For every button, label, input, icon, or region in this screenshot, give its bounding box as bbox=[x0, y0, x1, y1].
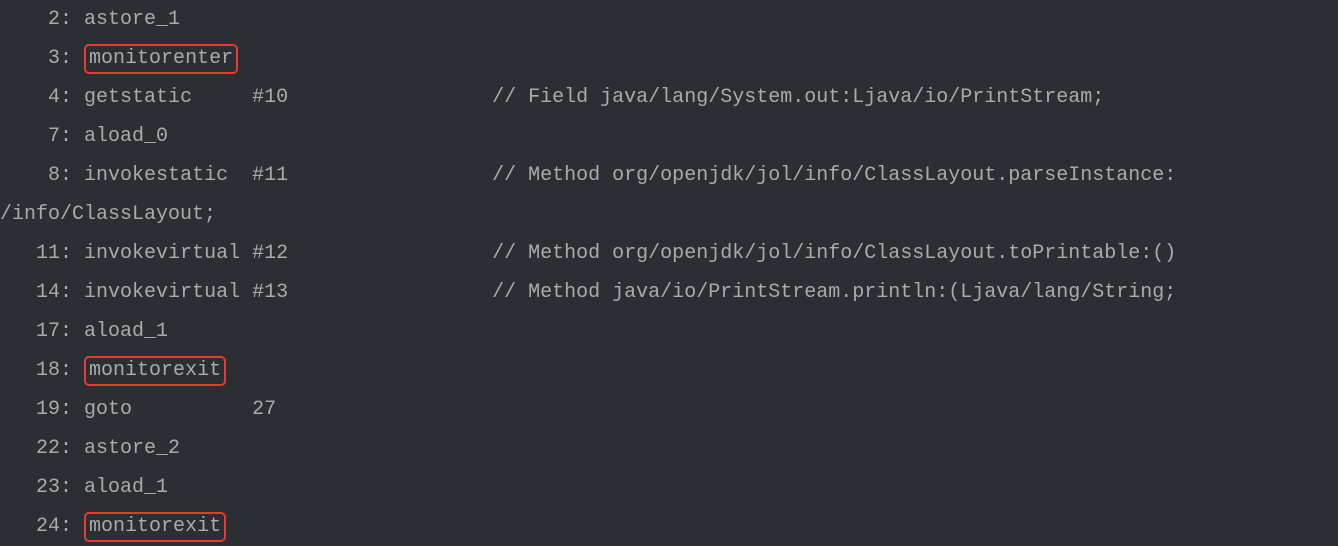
instruction: aload_1 bbox=[84, 468, 168, 507]
code-line: 19: goto 27 bbox=[0, 390, 1338, 429]
indent bbox=[0, 47, 48, 70]
spacer bbox=[72, 437, 84, 460]
spacer bbox=[72, 86, 84, 109]
bytecode-offset: 2: bbox=[48, 0, 72, 39]
spacer bbox=[72, 125, 84, 148]
operand: 27 bbox=[252, 390, 276, 429]
spacer bbox=[72, 164, 84, 187]
spacer bbox=[192, 86, 252, 109]
spacer bbox=[72, 8, 84, 31]
bytecode-listing: 2: astore_1 3: monitorenter 4: getstatic… bbox=[0, 0, 1338, 546]
bytecode-offset: 19: bbox=[36, 390, 72, 429]
bytecode-offset: 24: bbox=[36, 507, 72, 546]
code-line: 24: monitorexit bbox=[0, 507, 1338, 546]
spacer bbox=[72, 515, 84, 538]
highlighted-instruction: monitorenter bbox=[84, 44, 238, 74]
bytecode-offset: 4: bbox=[48, 78, 72, 117]
operand: #12 bbox=[252, 234, 288, 273]
indent bbox=[0, 164, 48, 187]
spacer bbox=[240, 281, 252, 304]
instruction: aload_1 bbox=[84, 312, 168, 351]
indent bbox=[0, 398, 36, 421]
indent bbox=[0, 476, 36, 499]
spacer bbox=[288, 86, 492, 109]
code-line: 17: aload_1 bbox=[0, 312, 1338, 351]
indent bbox=[0, 125, 48, 148]
instruction: invokestatic bbox=[84, 156, 228, 195]
operand: #13 bbox=[252, 273, 288, 312]
bytecode-offset: 17: bbox=[36, 312, 72, 351]
comment: // Method org/openjdk/jol/info/ClassLayo… bbox=[492, 234, 1176, 273]
code-line: 8: invokestatic #11 // Method org/openjd… bbox=[0, 156, 1338, 195]
spacer bbox=[72, 281, 84, 304]
instruction: goto bbox=[84, 390, 132, 429]
instruction: invokevirtual bbox=[84, 273, 240, 312]
spacer bbox=[72, 242, 84, 265]
bytecode-offset: 11: bbox=[36, 234, 72, 273]
indent bbox=[0, 320, 36, 343]
indent bbox=[0, 515, 36, 538]
bytecode-offset: 7: bbox=[48, 117, 72, 156]
indent bbox=[0, 437, 36, 460]
spacer bbox=[72, 47, 84, 70]
indent bbox=[0, 281, 36, 304]
bytecode-offset: 23: bbox=[36, 468, 72, 507]
code-line: 22: astore_2 bbox=[0, 429, 1338, 468]
spacer bbox=[240, 242, 252, 265]
code-line: 7: aload_0 bbox=[0, 117, 1338, 156]
bytecode-offset: 14: bbox=[36, 273, 72, 312]
comment: // Method java/io/PrintStream.println:(L… bbox=[492, 273, 1176, 312]
indent bbox=[0, 242, 36, 265]
operand: #11 bbox=[252, 156, 288, 195]
bytecode-offset: 18: bbox=[36, 351, 72, 390]
spacer bbox=[288, 281, 492, 304]
bytecode-offset: 3: bbox=[48, 39, 72, 78]
instruction: invokevirtual bbox=[84, 234, 240, 273]
code-line: 2: astore_1 bbox=[0, 0, 1338, 39]
highlighted-instruction: monitorexit bbox=[84, 356, 226, 386]
instruction: astore_1 bbox=[84, 0, 180, 39]
comment: // Field java/lang/System.out:Ljava/io/P… bbox=[492, 78, 1104, 117]
instruction: aload_0 bbox=[84, 117, 168, 156]
spacer bbox=[132, 398, 252, 421]
code-line: /info/ClassLayout; bbox=[0, 195, 1338, 234]
spacer bbox=[72, 359, 84, 382]
code-line: 18: monitorexit bbox=[0, 351, 1338, 390]
code-line: 23: aload_1 bbox=[0, 468, 1338, 507]
instruction: getstatic bbox=[84, 78, 192, 117]
instruction: astore_2 bbox=[84, 429, 180, 468]
indent bbox=[0, 8, 48, 31]
spacer bbox=[228, 164, 252, 187]
spacer bbox=[288, 242, 492, 265]
code-line: 4: getstatic #10 // Field java/lang/Syst… bbox=[0, 78, 1338, 117]
spacer bbox=[72, 398, 84, 421]
comment: // Method org/openjdk/jol/info/ClassLayo… bbox=[492, 156, 1176, 195]
code-line: 3: monitorenter bbox=[0, 39, 1338, 78]
indent bbox=[0, 86, 48, 109]
spacer bbox=[72, 476, 84, 499]
operand: #10 bbox=[252, 78, 288, 117]
indent bbox=[0, 359, 36, 382]
highlighted-instruction: monitorexit bbox=[84, 512, 226, 542]
instruction: /info/ClassLayout; bbox=[0, 195, 216, 234]
spacer bbox=[288, 164, 492, 187]
bytecode-offset: 8: bbox=[48, 156, 72, 195]
code-line: 14: invokevirtual #13 // Method java/io/… bbox=[0, 273, 1338, 312]
spacer bbox=[72, 320, 84, 343]
code-line: 11: invokevirtual #12 // Method org/open… bbox=[0, 234, 1338, 273]
bytecode-offset: 22: bbox=[36, 429, 72, 468]
